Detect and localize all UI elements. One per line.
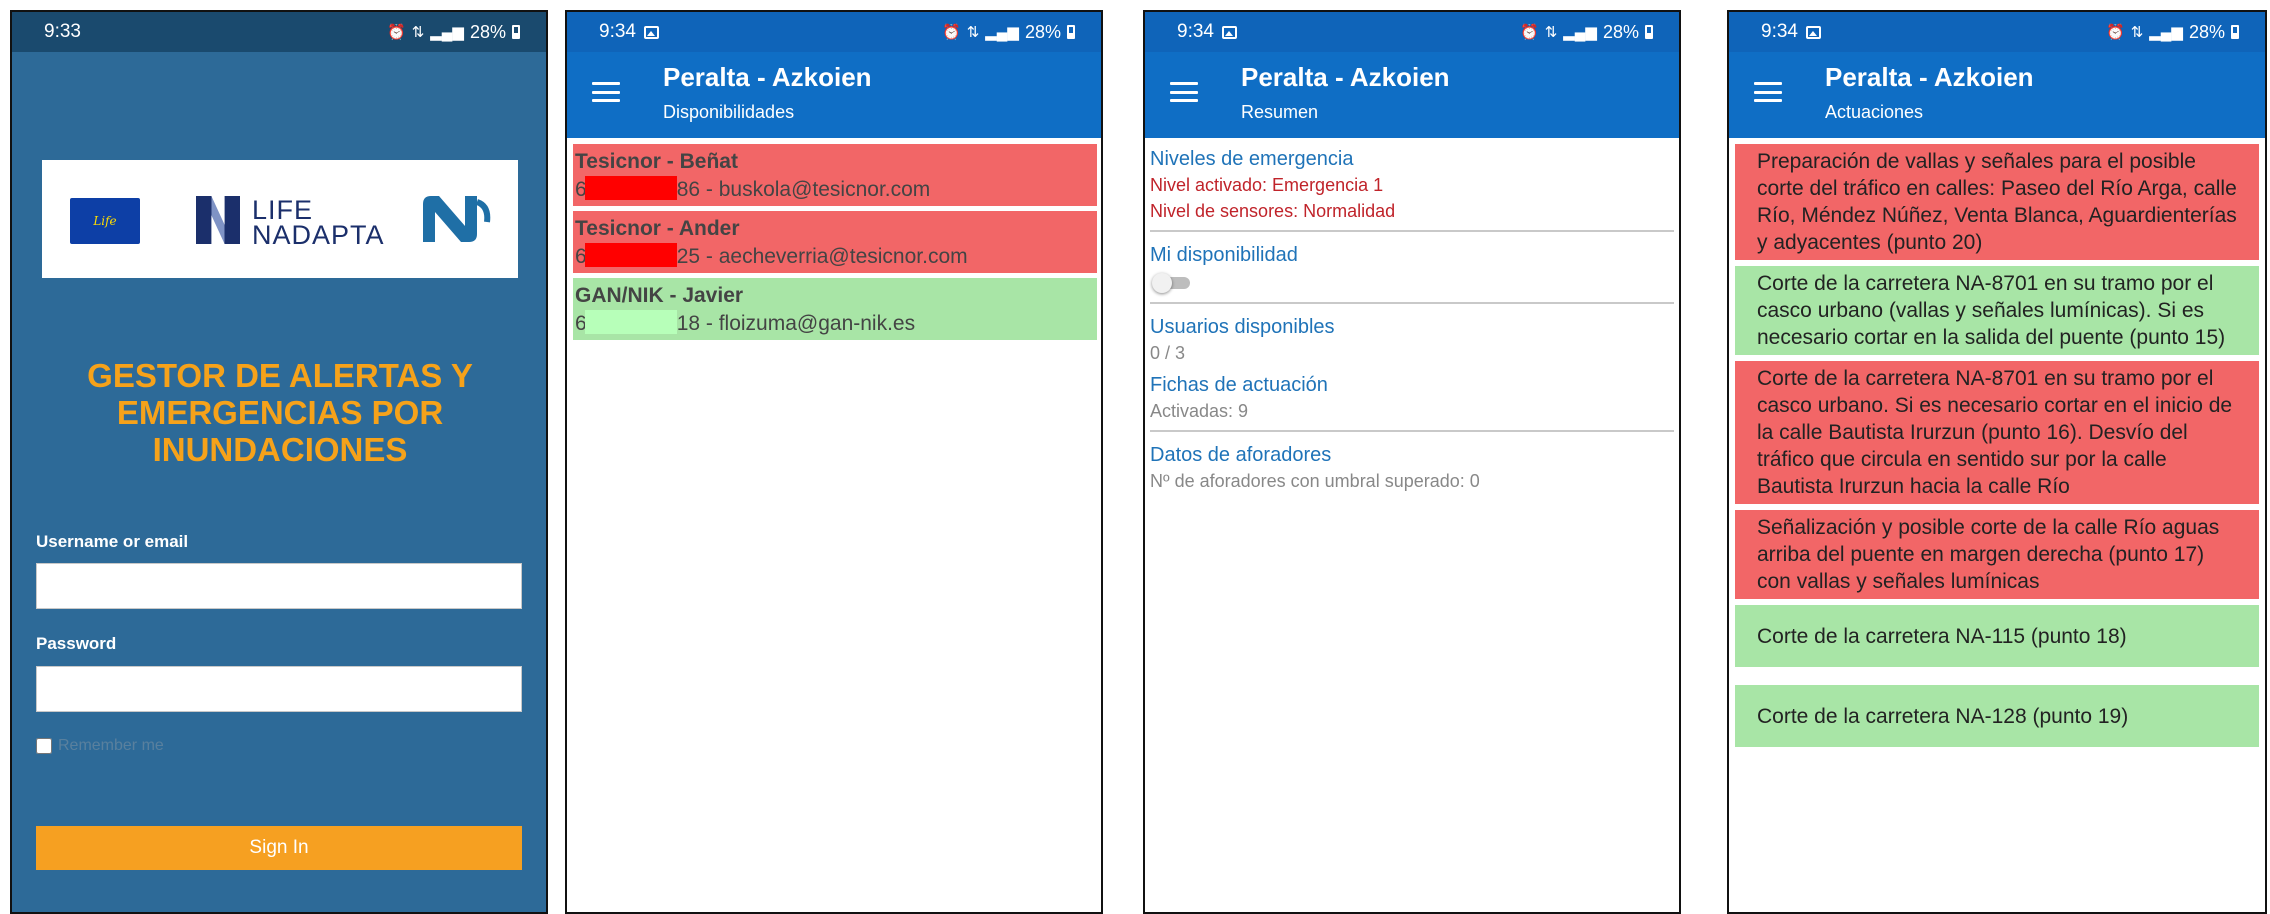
app-bar: Peralta - Azkoien Actuaciones: [1729, 52, 2265, 138]
status-time: 9:34: [599, 21, 636, 42]
fichas-count: Activadas: 9: [1150, 401, 1249, 421]
password-input[interactable]: [36, 666, 522, 712]
section-title[interactable]: Fichas de actuación: [1150, 372, 1674, 398]
summary-panel: Niveles de emergencia Nivel activado: Em…: [1145, 138, 1679, 496]
battery-percent: 28%: [469, 21, 506, 42]
network-4g-icon: ⇅: [2130, 24, 2144, 41]
actions-list: Preparación de vallas y señales para el …: [1729, 138, 2265, 747]
username-input[interactable]: [36, 563, 522, 609]
list-item[interactable]: Corte de la carretera NA-115 (punto 18): [1735, 605, 2259, 667]
gallery-icon: [1221, 25, 1237, 39]
alarm-icon: ⏰: [387, 24, 406, 41]
contact-email: - floizuma@gan-nik.es: [700, 312, 916, 335]
remember-me-checkbox[interactable]: [36, 738, 52, 754]
emergency-levels-section: Niveles de emergencia Nivel activado: Em…: [1150, 146, 1674, 232]
page-subtitle: Resumen: [1241, 102, 1319, 122]
redaction-box: [584, 243, 677, 267]
logo-banner: Life LIFE NADAPTA: [42, 160, 518, 278]
page-subtitle: Actuaciones: [1825, 102, 1924, 122]
resumen-screen: 9:34 ⏰ ⇅ ▂▄▆ 28% Peralta - Azkoien Resum…: [1143, 10, 1681, 914]
list-item[interactable]: Tesicnor - Beñat 6 86 - buskola@tesicnor.…: [573, 144, 1097, 206]
app-title: Peralta - Azkoien: [663, 62, 872, 92]
hamburger-menu-icon[interactable]: [1170, 82, 1198, 102]
redaction-box: [584, 176, 677, 200]
list-item[interactable]: Tesicnor - Ander 6 25 - aecheverria@tesic…: [573, 211, 1097, 273]
username-label: Username or email: [36, 532, 189, 551]
list-item[interactable]: Corte de la carretera NA-8701 en su tram…: [1735, 266, 2259, 355]
signal-icon: ▂▄▆: [2149, 24, 2183, 41]
battery-percent: 28%: [2188, 21, 2225, 42]
network-4g-icon: ⇅: [966, 24, 980, 41]
availability-list: Tesicnor - Beñat 6 86 - buskola@tesicnor.…: [567, 138, 1101, 340]
app-bar: Peralta - Azkoien Resumen: [1145, 52, 1679, 138]
status-bar: 9:34 ⏰ ⇅ ▂▄▆ 28%: [1145, 12, 1679, 52]
sign-in-button[interactable]: Sign In: [36, 826, 522, 870]
battery-icon: [2231, 25, 2239, 39]
hamburger-menu-icon[interactable]: [1754, 82, 1782, 102]
section-title: Mi disponibilidad: [1150, 244, 1298, 266]
list-item[interactable]: Corte de la carretera NA-128 (punto 19): [1735, 685, 2259, 747]
contact-email: - aecheverria@tesicnor.com: [700, 245, 968, 268]
signal-icon: ▂▄▆: [985, 24, 1019, 41]
redaction-box: [584, 310, 677, 334]
section-title[interactable]: Usuarios disponibles: [1150, 314, 1674, 340]
remember-me[interactable]: Remember me: [36, 737, 164, 755]
network-4g-icon: ⇅: [1544, 24, 1558, 41]
signal-icon: ▂▄▆: [1563, 24, 1597, 41]
list-item[interactable]: Señalización y posible corte de la calle…: [1735, 510, 2259, 599]
navarra-logo-icon: [423, 196, 491, 242]
users-section: Usuarios disponibles 0 / 3: [1150, 314, 1674, 368]
users-count: 0 / 3: [1150, 343, 1186, 363]
fichas-section: Fichas de actuación Activadas: 9: [1150, 372, 1674, 432]
gallery-icon: [1805, 25, 1821, 39]
aforadores-section: Datos de aforadores Nº de aforadores con…: [1150, 442, 1674, 496]
alarm-icon: ⏰: [2106, 24, 2125, 41]
status-time: 9:34: [1177, 21, 1214, 42]
signal-icon: ▂▄▆: [430, 24, 464, 41]
alarm-icon: ⏰: [1520, 24, 1539, 41]
list-item[interactable]: Corte de la carretera NA-8701 en su tram…: [1735, 361, 2259, 504]
eu-flag-icon: Life: [70, 198, 140, 244]
status-bar: 9:33 ⏰ ⇅ ▂▄▆ 28%: [12, 12, 546, 52]
battery-icon: [1067, 25, 1075, 39]
contact-name: Tesicnor - Beñat: [575, 150, 738, 173]
page-subtitle: Disponibilidades: [663, 102, 795, 122]
app-title: GESTOR DE ALERTAS Y EMERGENCIAS POR INUN…: [87, 357, 473, 468]
section-title[interactable]: Niveles de emergencia: [1150, 146, 1674, 172]
contact-email: - buskola@tesicnor.com: [700, 178, 931, 201]
disponibilidades-screen: 9:34 ⏰ ⇅ ▂▄▆ 28% Peralta - Azkoien Dispo…: [565, 10, 1103, 914]
contact-name: GAN/NIK - Javier: [575, 284, 744, 307]
list-item[interactable]: Preparación de vallas y señales para el …: [1735, 144, 2259, 260]
contact-name: Tesicnor - Ander: [575, 217, 740, 240]
password-label: Password: [36, 634, 117, 653]
actuaciones-screen: 9:34 ⏰ ⇅ ▂▄▆ 28% Peralta - Azkoien Actua…: [1727, 10, 2267, 914]
status-time: 9:33: [44, 21, 81, 42]
nadapta-logo-text: LIFE NADAPTA: [252, 195, 385, 250]
section-title[interactable]: Datos de aforadores: [1150, 442, 1674, 468]
aforadores-count: Nº de aforadores con umbral superado: 0: [1150, 471, 1480, 491]
nadapta-logo-icon: [196, 196, 240, 244]
availability-section: Mi disponibilidad: [1150, 242, 1674, 304]
alarm-icon: ⏰: [942, 24, 961, 41]
login-screen: 9:33 ⏰ ⇅ ▂▄▆ 28% Life LIFE NADAPTA GESTO…: [10, 10, 548, 914]
network-4g-icon: ⇅: [411, 24, 425, 41]
status-time: 9:34: [1761, 21, 1798, 42]
app-bar: Peralta - Azkoien Disponibilidades: [567, 52, 1101, 138]
availability-toggle[interactable]: [1152, 272, 1192, 294]
remember-me-label: Remember me: [58, 737, 164, 754]
status-bar: 9:34 ⏰ ⇅ ▂▄▆ 28%: [1729, 12, 2265, 52]
hamburger-menu-icon[interactable]: [592, 82, 620, 102]
gallery-icon: [643, 25, 659, 39]
battery-icon: [1645, 25, 1653, 39]
sensor-level: Nivel de sensores: Normalidad: [1150, 201, 1396, 221]
active-level: Nivel activado: Emergencia 1: [1150, 175, 1384, 195]
app-title: Peralta - Azkoien: [1825, 62, 2034, 92]
battery-icon: [512, 25, 520, 39]
list-item[interactable]: GAN/NIK - Javier 6 18 - floizuma@gan-nik.…: [573, 278, 1097, 340]
battery-percent: 28%: [1602, 21, 1639, 42]
app-title: Peralta - Azkoien: [1241, 62, 1450, 92]
status-bar: 9:34 ⏰ ⇅ ▂▄▆ 28%: [567, 12, 1101, 52]
battery-percent: 28%: [1024, 21, 1061, 42]
